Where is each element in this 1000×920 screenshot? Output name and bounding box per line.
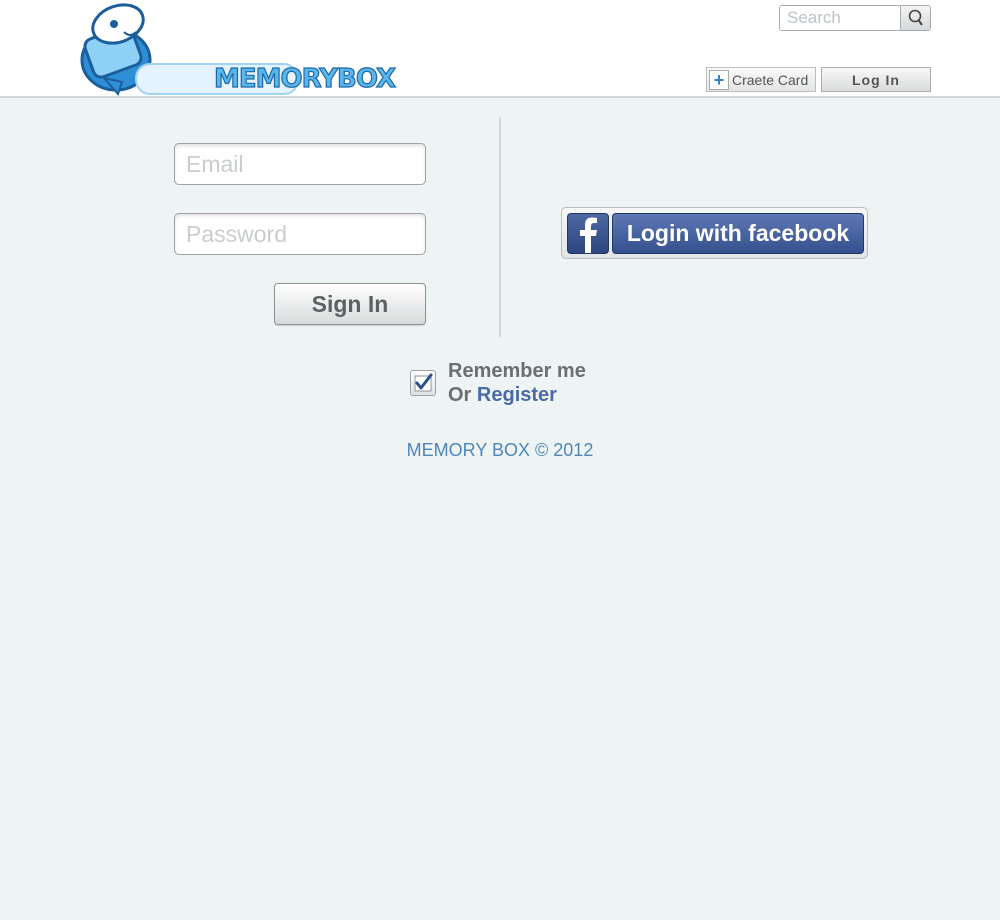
header-login-button[interactable]: Log In [821, 67, 931, 92]
facebook-login-label: Login with facebook [612, 213, 864, 254]
remember-me-checkbox[interactable] [410, 370, 436, 396]
create-card-button[interactable]: + Craete Card [706, 67, 816, 92]
email-field-wrapper [174, 143, 426, 185]
header-login-label: Log In [852, 71, 900, 88]
password-field-wrapper [174, 213, 426, 255]
plus-icon: + [709, 69, 729, 90]
footer-copyright: MEMORY BOX © 2012 [406, 440, 594, 460]
logo-text: MEMORYBOX [213, 63, 396, 94]
vertical-divider [499, 117, 501, 337]
email-field[interactable] [175, 144, 425, 184]
remember-me-label: Remember me [448, 360, 586, 382]
sign-in-button[interactable]: Sign In [274, 283, 426, 325]
facebook-icon [567, 213, 609, 254]
search-box [779, 5, 931, 31]
search-input[interactable] [780, 6, 900, 30]
password-field[interactable] [175, 214, 425, 254]
checkmark-icon [414, 373, 433, 392]
search-icon [908, 9, 923, 26]
register-link[interactable]: Register [477, 384, 557, 406]
site-header: MEMORYBOX + Craete Card Log In [0, 0, 1000, 98]
sign-in-label: Sign In [311, 290, 389, 317]
create-card-label: Craete Card [732, 71, 809, 88]
register-line: Or Register [448, 384, 557, 407]
facebook-login-button[interactable]: Login with facebook [561, 207, 868, 259]
or-text: Or [448, 384, 472, 406]
memorybox-logo[interactable]: MEMORYBOX [74, 2, 397, 96]
search-button[interactable] [900, 6, 930, 30]
